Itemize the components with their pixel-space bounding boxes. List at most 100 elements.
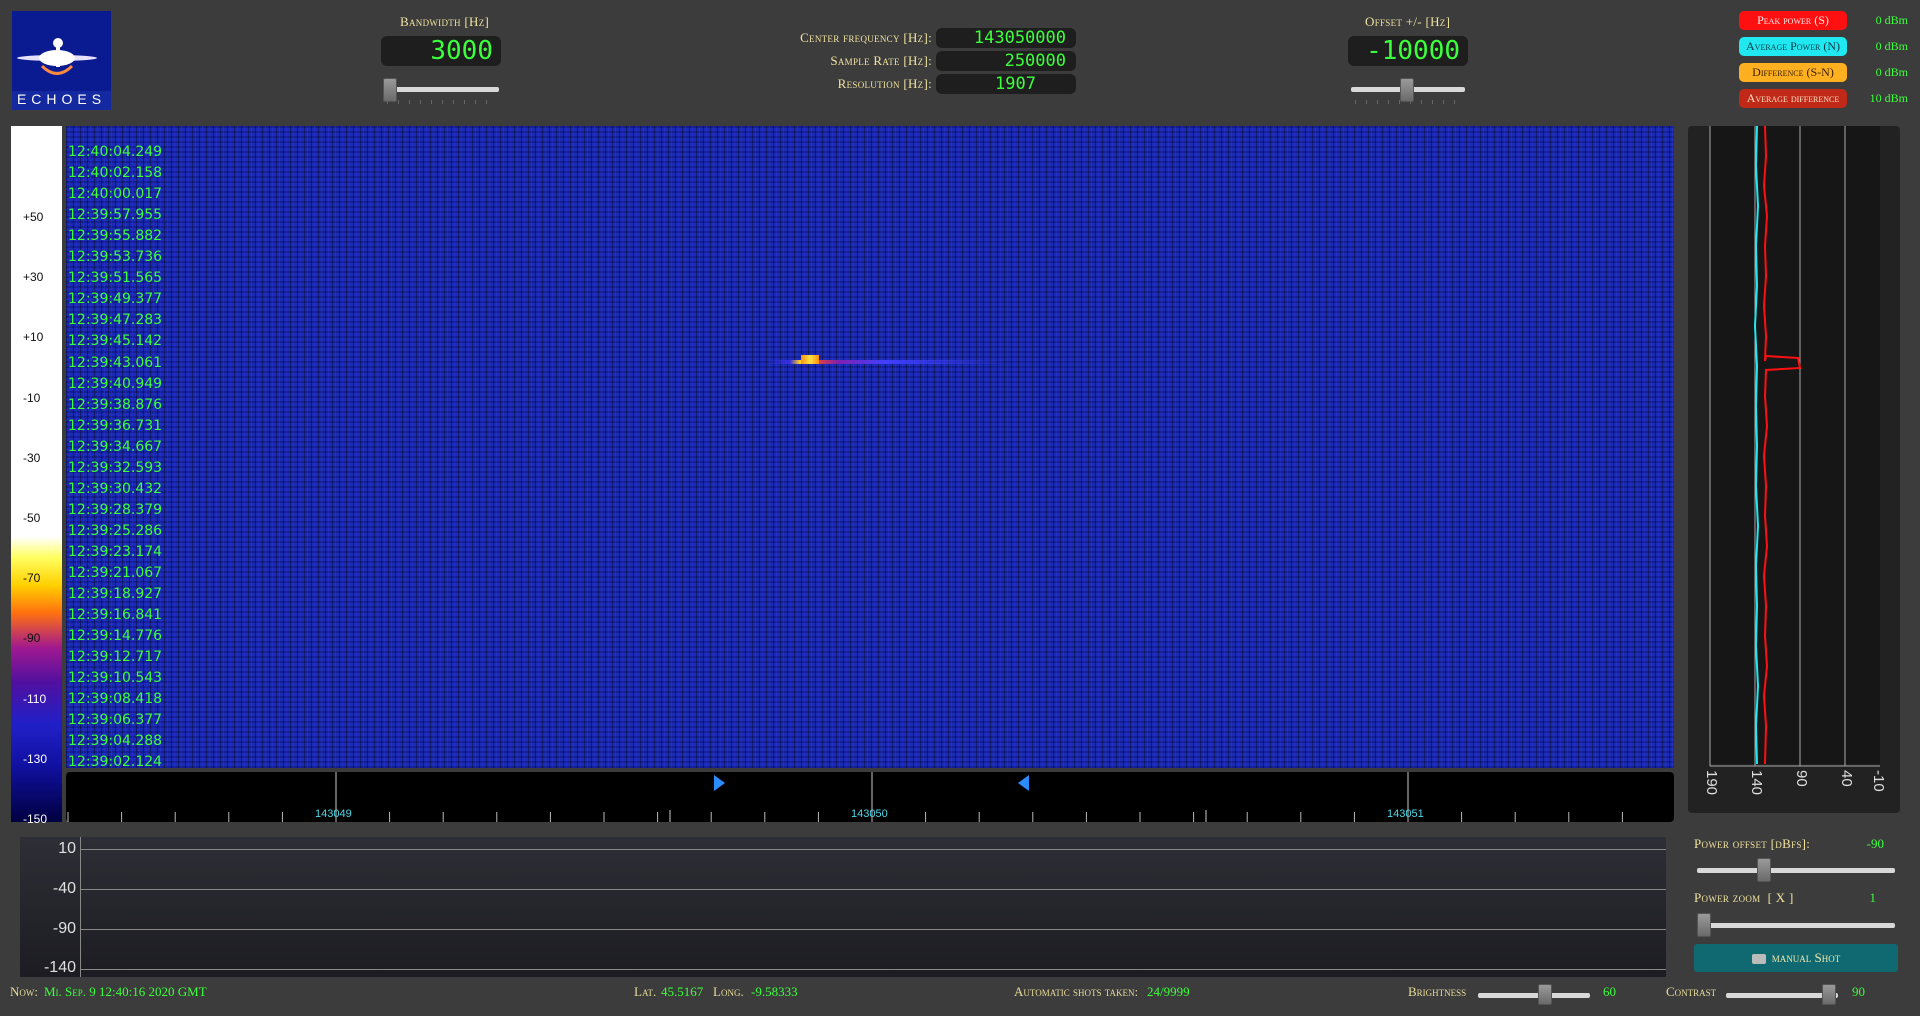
- power-zoom-label: Power zoom [ X ]: [1694, 890, 1794, 905]
- timestamp-label: 12:39:04.288: [68, 733, 163, 750]
- power-axis-label-2: -40: [52, 880, 76, 897]
- timestamp-label: 12:39:16.841: [68, 607, 163, 624]
- color-scale-bar: +50 +30 +10 -10 -30 -50 -70 -90 -110 -130 -150: [11, 126, 62, 826]
- timestamp-label: 12:39:47.283: [68, 312, 163, 329]
- colorbar-label: -150: [23, 812, 48, 826]
- power-zoom-slider-knob[interactable]: [1697, 913, 1711, 937]
- timestamp-label: 12:39:12.717: [68, 649, 163, 666]
- colorbar-label: -90: [23, 631, 41, 646]
- manual-shot-button[interactable]: manual Shot: [1694, 944, 1898, 972]
- legend-peak-power-value: 0 dBm: [1875, 13, 1908, 27]
- timestamp-label: 12:39:06.377: [68, 712, 163, 729]
- legend-difference-value: 0 dBm: [1875, 65, 1908, 79]
- colorbar-label: +10: [23, 330, 44, 345]
- timestamp-label: 12:40:04.249: [68, 144, 163, 160]
- timestamp-label: 12:39:34.667: [68, 438, 163, 455]
- brightness-label: Brightness: [1408, 984, 1467, 999]
- colorbar-label: -130: [23, 751, 48, 766]
- brightness-slider-knob[interactable]: [1538, 984, 1552, 1005]
- timestamp-label: 12:39:51.565: [68, 270, 163, 287]
- timestamp-label: 12:39:49.377: [68, 291, 163, 308]
- colorbar-label: -110: [23, 691, 47, 706]
- offset-display: -10000: [1348, 36, 1468, 66]
- power-axis-label-1: 10: [58, 840, 76, 857]
- power-offset-label: Power offset [dBfs]:: [1694, 836, 1811, 851]
- power-zoom-slider[interactable]: [1697, 913, 1895, 937]
- meteor-echo-head: [801, 355, 819, 364]
- freq-label-3: 143051: [1387, 808, 1424, 820]
- timestamp-label: 12:39:57.955: [68, 207, 163, 224]
- brightness-value: 60: [1603, 984, 1616, 999]
- power-profile-panel: 190 140 90 40 -10: [1688, 125, 1900, 813]
- timestamp-label: 12:39:21.067: [68, 565, 163, 581]
- power-offset-slider[interactable]: [1697, 858, 1895, 882]
- bandwidth-right-marker-icon[interactable]: [1018, 775, 1029, 791]
- offset-slider-knob[interactable]: [1400, 78, 1414, 102]
- timestamp-label: 12:39:55.882: [68, 228, 163, 245]
- timestamp-label: 12:39:32.593: [68, 459, 163, 476]
- timestamp-label: 12:39:45.142: [68, 333, 163, 350]
- logo-text: ECHOES: [16, 91, 107, 107]
- bandwidth-slider[interactable]: [383, 78, 499, 106]
- legend-average-difference[interactable]: Average difference: [1739, 89, 1847, 108]
- legend-average-difference-value: 10 dBm: [1869, 91, 1908, 105]
- side-scale-label-4: 40: [1838, 770, 1855, 787]
- timestamp-label: 12:39:28.379: [68, 501, 163, 518]
- legend-peak-power[interactable]: Peak power (S): [1739, 11, 1847, 30]
- freq-label-2: 143050: [851, 808, 888, 820]
- timestamp-label: 12:39:30.432: [68, 480, 163, 497]
- waterfall-spectrogram[interactable]: [66, 126, 1674, 768]
- resolution-display: 1907: [936, 74, 1076, 94]
- status-now-value: Mi. Sep. 9 12:40:16 2020 GMT: [44, 984, 207, 999]
- timestamp-label: 12:40:00.017: [68, 186, 163, 203]
- colorbar-label: -10: [23, 390, 41, 405]
- center-frequency-display: 143050000: [936, 28, 1076, 48]
- timestamp-label: 12:39:40.949: [68, 375, 163, 392]
- legend-difference[interactable]: Difference (S-N): [1739, 63, 1847, 82]
- side-scale-label-2: 140: [1748, 770, 1765, 796]
- brightness-slider[interactable]: [1478, 984, 1590, 1005]
- power-plot-panel: 10 -40 -90 -140: [20, 837, 1666, 977]
- timestamp-label: 12:39:23.174: [68, 543, 163, 560]
- timestamp-label: 12:39:25.286: [68, 522, 163, 539]
- bandwidth-slider-knob[interactable]: [383, 78, 397, 102]
- timestamp-label: 12:39:02.124: [68, 754, 163, 771]
- power-axis-label-4: -140: [43, 959, 76, 976]
- power-profile-plot: [1709, 125, 1880, 767]
- frequency-axis[interactable]: 143049 143050 143051: [66, 772, 1674, 822]
- legend-average-power[interactable]: Average Power (N): [1739, 37, 1847, 56]
- power-offset-slider-knob[interactable]: [1757, 858, 1771, 882]
- side-scale-label-1: 190: [1703, 770, 1720, 796]
- freq-label-1: 143049: [315, 808, 352, 820]
- bandwidth-label: Bandwidth [Hz]: [400, 14, 490, 29]
- contrast-slider[interactable]: [1726, 984, 1838, 1005]
- camera-icon: [1751, 954, 1766, 965]
- offset-label: Offset +/- [Hz]: [1365, 14, 1451, 29]
- echoes-logo: ECHOES: [12, 11, 111, 110]
- colorbar-label: -70: [23, 571, 41, 586]
- status-now-label: Now:: [10, 984, 38, 999]
- status-shots-value: 24/9999: [1147, 984, 1190, 999]
- offset-slider[interactable]: [1351, 78, 1465, 106]
- power-offset-value: -90: [1866, 836, 1884, 851]
- timestamp-label: 12:39:53.736: [68, 249, 163, 266]
- timestamp-label: 12:39:18.927: [68, 586, 163, 603]
- contrast-slider-knob[interactable]: [1822, 984, 1836, 1005]
- logo-graphic: [12, 11, 111, 91]
- timestamp-label: 12:39:10.543: [68, 670, 163, 687]
- colorbar-label: -30: [23, 450, 41, 465]
- status-shots-label: Automatic shots taken:: [1014, 984, 1139, 999]
- manual-shot-label: manual Shot: [1771, 950, 1841, 965]
- sample-rate-label: Sample Rate [Hz]:: [830, 53, 932, 68]
- timestamp-label: 12:40:02.158: [68, 165, 163, 182]
- timestamp-label: 12:39:43.061: [68, 354, 163, 371]
- bandwidth-left-marker-icon[interactable]: [714, 775, 725, 791]
- colorbar-label: +30: [23, 270, 44, 285]
- timestamp-label: 12:39:08.418: [68, 691, 163, 708]
- timestamp-label: 12:39:38.876: [68, 396, 163, 413]
- status-lat-label: Lat.: [634, 984, 657, 999]
- resolution-label: Resolution [Hz]:: [837, 76, 932, 91]
- power-zoom-value: 1: [1869, 890, 1877, 905]
- status-long-label: Long.: [713, 984, 744, 999]
- side-scale-label-3: 90: [1793, 770, 1810, 787]
